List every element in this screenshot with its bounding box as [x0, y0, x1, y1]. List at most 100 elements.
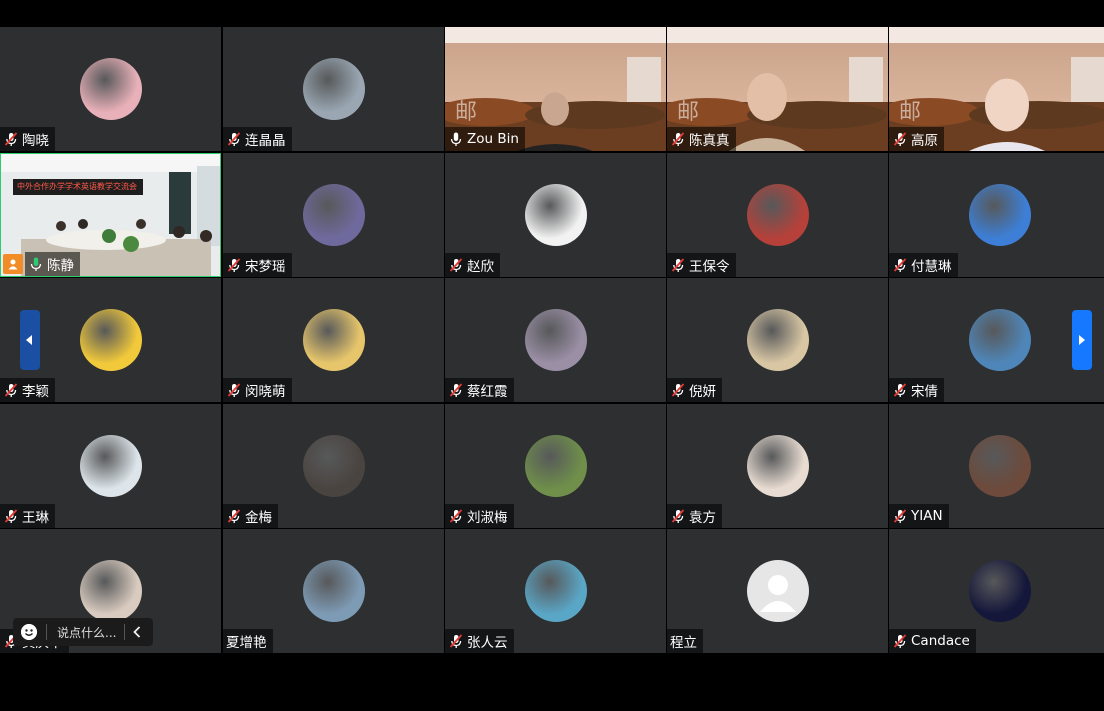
- mic-muted-icon: [893, 509, 907, 523]
- participant-name: 赵欣: [467, 259, 494, 275]
- participant-nametag: Zou Bin: [445, 127, 525, 151]
- participant-tile[interactable]: 张人云: [445, 529, 666, 653]
- participant-nametag: 王琳: [0, 504, 55, 528]
- participant-tile[interactable]: 宋梦瑶: [223, 153, 444, 277]
- participant-name: 宋倩: [911, 384, 938, 400]
- participant-tile[interactable]: 中外合作办学学术英语教学交流会陈静: [0, 153, 221, 277]
- avatar: [968, 560, 1031, 622]
- participant-name: 连晶晶: [245, 133, 286, 149]
- avatar: [746, 560, 809, 622]
- participant-tile[interactable]: 袁方: [667, 404, 888, 528]
- participant-name: 袁方: [689, 510, 716, 526]
- participant-name: Zou Bin: [467, 131, 519, 147]
- participant-tile[interactable]: 陶晓: [0, 27, 221, 151]
- host-icon: [3, 254, 23, 274]
- avatar: [302, 560, 365, 622]
- avatar: [746, 184, 809, 246]
- video-grid: 陶晓 连晶晶邮 Zou Bin 邮陈真真邮高原 中外合作办学学术英语教学交流会 陈静 宋梦瑶…: [0, 27, 1104, 654]
- next-page-button[interactable]: [1072, 310, 1092, 370]
- avatar: [968, 184, 1031, 246]
- participant-name: 陈真真: [689, 133, 730, 149]
- participant-tile[interactable]: 夏增艳: [223, 529, 444, 653]
- participant-nametag: 程立: [667, 629, 703, 653]
- avatar: [524, 435, 587, 497]
- participant-nametag: Candace: [889, 629, 976, 653]
- collapse-chat-icon[interactable]: [133, 626, 141, 638]
- participant-tile[interactable]: 王保令: [667, 153, 888, 277]
- participant-nametag: 陈真真: [667, 127, 736, 151]
- mic-muted-icon: [449, 509, 463, 523]
- participant-tile[interactable]: 程立: [667, 529, 888, 653]
- divider: [46, 624, 47, 640]
- participant-tile[interactable]: 赵欣: [445, 153, 666, 277]
- emoji-icon[interactable]: [21, 624, 37, 640]
- participant-name: 王琳: [22, 510, 49, 526]
- participant-name: 李颖: [22, 384, 49, 400]
- participant-tile[interactable]: 金梅: [223, 404, 444, 528]
- svg-text:邮: 邮: [455, 100, 477, 125]
- mic-muted-icon: [671, 258, 685, 272]
- mic-muted-icon: [227, 258, 241, 272]
- svg-text:邮: 邮: [899, 100, 921, 125]
- participant-name: 王保令: [689, 259, 730, 275]
- participant-nametag: 赵欣: [445, 253, 500, 277]
- participant-nametag: 闵晓萌: [223, 378, 292, 402]
- avatar: [968, 435, 1031, 497]
- participant-name: 陈静: [47, 258, 74, 274]
- participant-name: Candace: [911, 633, 970, 649]
- participant-tile[interactable]: 邮 Zou Bin: [445, 27, 666, 151]
- chat-input[interactable]: 说点什么...: [57, 624, 116, 641]
- participant-nametag: 付慧琳: [889, 253, 958, 277]
- mic-muted-icon: [449, 383, 463, 397]
- participant-tile[interactable]: YIAN: [889, 404, 1104, 528]
- participant-tile[interactable]: 闵晓萌: [223, 278, 444, 402]
- mic-muted-icon: [4, 383, 18, 397]
- participant-name: 闵晓萌: [245, 384, 286, 400]
- mic-on-icon: [450, 132, 462, 146]
- participant-name: 程立: [670, 635, 697, 651]
- participant-name: 倪妍: [689, 384, 716, 400]
- participant-nametag: YIAN: [889, 504, 949, 528]
- participant-nametag: 宋梦瑶: [223, 253, 292, 277]
- participant-nametag: 张人云: [445, 629, 514, 653]
- participant-tile[interactable]: 邮陈真真: [667, 27, 888, 151]
- participant-nametag: 李颖: [0, 378, 55, 402]
- participant-name: 宋梦瑶: [245, 259, 286, 275]
- room-banner-text: 中外合作办学学术英语教学交流会: [17, 182, 137, 191]
- participant-tile[interactable]: 刘淑梅: [445, 404, 666, 528]
- mic-muted-icon: [671, 383, 685, 397]
- avatar: [79, 560, 142, 622]
- mic-muted-icon: [4, 509, 18, 523]
- participant-nametag: 陶晓: [0, 127, 55, 151]
- participant-nametag: 夏增艳: [223, 629, 273, 653]
- mic-muted-icon: [893, 132, 907, 146]
- mic-muted-icon: [449, 258, 463, 272]
- avatar: [746, 309, 809, 371]
- participant-tile[interactable]: Candace: [889, 529, 1104, 653]
- participant-tile[interactable]: 连晶晶: [223, 27, 444, 151]
- mic-muted-icon: [227, 132, 241, 146]
- participant-nametag: 王保令: [667, 253, 736, 277]
- mic-muted-icon: [227, 383, 241, 397]
- participant-tile[interactable]: 蔡红霞: [445, 278, 666, 402]
- participant-nametag: 宋倩: [889, 378, 944, 402]
- participant-tile[interactable]: 邮高原: [889, 27, 1104, 151]
- mic-muted-icon: [4, 132, 18, 146]
- mic-muted-icon: [227, 509, 241, 523]
- avatar: [746, 435, 809, 497]
- participant-nametag: 刘淑梅: [445, 504, 514, 528]
- avatar: [524, 184, 587, 246]
- mic-muted-icon: [893, 383, 907, 397]
- avatar: [302, 435, 365, 497]
- avatar: [302, 184, 365, 246]
- participant-nametag: 高原: [889, 127, 944, 151]
- participant-name: 付慧琳: [911, 259, 952, 275]
- previous-page-button[interactable]: [20, 310, 40, 370]
- participant-tile[interactable]: 王琳: [0, 404, 221, 528]
- participant-tile[interactable]: 倪妍: [667, 278, 888, 402]
- mic-muted-icon: [449, 634, 463, 648]
- avatar: [79, 58, 142, 120]
- participant-tile[interactable]: 付慧琳: [889, 153, 1104, 277]
- avatar: [79, 309, 142, 371]
- chat-bar[interactable]: 说点什么...: [13, 618, 153, 646]
